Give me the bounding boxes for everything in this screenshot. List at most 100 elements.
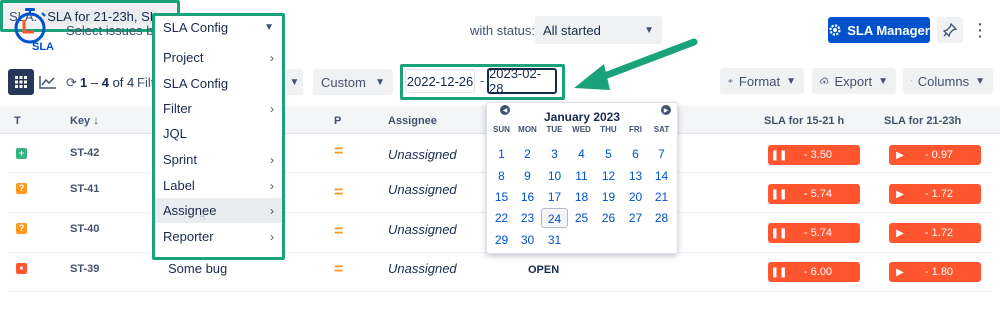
period-value: Custom: [321, 74, 366, 90]
weekday-label: THU: [600, 125, 617, 134]
menu-item-jql[interactable]: JQL: [155, 121, 282, 146]
menu-item-reporter[interactable]: Reporter ›: [155, 224, 282, 249]
sla-timer-badge: ❚❚ - 5.74: [768, 184, 860, 204]
sla-timer-badge: ▶ - 1.72: [889, 184, 981, 204]
calendar-day[interactable]: 10: [541, 166, 568, 186]
calendar-day[interactable]: 30: [514, 230, 541, 250]
pause-icon: ❚❚: [770, 266, 788, 278]
assignee-cell: Unassigned: [388, 222, 457, 237]
issue-key-link[interactable]: ST-39: [70, 263, 99, 275]
columns-button[interactable]: Columns ▼: [903, 68, 993, 94]
table-view-button[interactable]: [8, 69, 34, 95]
calendar-day[interactable]: 21: [648, 187, 675, 207]
menu-item-sla-config[interactable]: SLA Config: [155, 71, 282, 96]
menu-item-assignee[interactable]: Assignee ›: [155, 198, 282, 223]
calendar-day[interactable]: 8: [488, 166, 515, 186]
calendar-day[interactable]: 19: [595, 187, 622, 207]
priority-medium-icon: =: [334, 184, 344, 201]
period-dropdown[interactable]: Custom ▼: [313, 69, 393, 95]
calendar-day[interactable]: 17: [541, 187, 568, 207]
menu-item-label: Project: [163, 50, 204, 65]
calendar-day[interactable]: 31: [541, 230, 568, 250]
menu-item-filter[interactable]: Filter ›: [155, 96, 282, 121]
sla-value: SLA for 21-23h, SLA f...: [43, 8, 158, 24]
calendar-day[interactable]: 2: [514, 144, 541, 164]
calendar-day[interactable]: 29: [488, 230, 515, 250]
menu-item-project[interactable]: Project ›: [155, 45, 282, 70]
date-to-input[interactable]: 2023-02-28: [487, 66, 557, 96]
priority-medium-icon: =: [334, 223, 344, 240]
calendar-day[interactable]: 27: [622, 208, 649, 228]
chevron-right-icon: ›: [270, 178, 274, 193]
annotation-arrow: [574, 38, 698, 90]
col-sla1-header[interactable]: SLA for 15-21 h: [764, 115, 844, 127]
calendar-month-title: January 2023: [543, 110, 621, 124]
calendar-day[interactable]: 7: [648, 144, 675, 164]
refresh-icon[interactable]: ⟳: [66, 75, 77, 91]
pause-icon: ❚❚: [770, 227, 788, 239]
chevron-down-icon: ▼: [644, 24, 654, 36]
menu-item-sprint[interactable]: Sprint ›: [155, 147, 282, 172]
more-options-button[interactable]: ⋮: [969, 17, 991, 43]
weekday-label: MON: [518, 125, 537, 134]
mouse-cursor-icon: ☝: [200, 212, 206, 222]
line-chart-icon: [39, 76, 56, 89]
menu-item-label: Label: [163, 178, 195, 193]
menu-item-label: Sprint: [163, 152, 197, 167]
filter-dropdown[interactable]: ▼: [286, 69, 303, 95]
menu-item-label-filter[interactable]: Label ›: [155, 173, 282, 198]
chevron-right-icon: ›: [270, 229, 274, 244]
issue-key-link[interactable]: ST-40: [70, 223, 99, 235]
calendar-day[interactable]: 16: [514, 187, 541, 207]
issue-key-link[interactable]: ST-41: [70, 183, 99, 195]
menu-selected-header[interactable]: SLA Config ▼: [155, 15, 282, 40]
columns-icon: [911, 80, 912, 82]
calendar-day[interactable]: 14: [648, 166, 675, 186]
col-type-header[interactable]: T: [14, 115, 21, 127]
col-priority-header[interactable]: P: [334, 115, 341, 127]
weekday-label: TUE: [546, 125, 563, 134]
calendar-day[interactable]: 23: [514, 208, 541, 228]
calendar-day[interactable]: 6: [622, 144, 649, 164]
assignee-cell: Unassigned: [388, 182, 457, 197]
select-issues-label: Select issues by:: [66, 23, 164, 38]
assignee-cell: Unassigned: [388, 147, 457, 162]
format-button[interactable]: Format ▼: [720, 68, 804, 94]
calendar-day[interactable]: 1: [488, 144, 515, 164]
calendar-day[interactable]: 11: [568, 166, 595, 186]
menu-selected-label: SLA Config: [163, 20, 229, 35]
calendar-day[interactable]: 9: [514, 166, 541, 186]
chevron-down-icon: ▼: [264, 22, 274, 33]
sla-manager-button[interactable]: SLA Manager: [828, 17, 930, 43]
col-key-label: Key: [70, 115, 91, 127]
format-label: Format: [738, 73, 781, 89]
calendar-day[interactable]: 15: [488, 187, 515, 207]
calendar-day[interactable]: 4: [568, 144, 595, 164]
calendar-day[interactable]: 12: [595, 166, 622, 186]
export-button[interactable]: Export ▼: [812, 68, 896, 94]
summary-cell[interactable]: Some bug: [168, 261, 227, 276]
calendar-day[interactable]: 5: [595, 144, 622, 164]
menu-item-label: Reporter: [163, 229, 214, 244]
chart-view-button[interactable]: [36, 69, 60, 95]
calendar-day[interactable]: 25: [568, 208, 595, 228]
calendar-day[interactable]: 20: [622, 187, 649, 207]
col-sla2-header[interactable]: SLA for 21-23h: [884, 115, 961, 127]
calendar-day[interactable]: 26: [595, 208, 622, 228]
calendar-day[interactable]: 3: [541, 144, 568, 164]
col-assignee-header[interactable]: Assignee: [388, 115, 437, 127]
count-end: 4: [101, 75, 109, 90]
grid-icon: [15, 76, 27, 88]
chevron-down-icon: ▼: [975, 75, 985, 87]
pin-button[interactable]: [937, 17, 963, 43]
status-label: with status:: [470, 23, 536, 38]
export-label: Export: [834, 73, 873, 89]
calendar-day[interactable]: 22: [488, 208, 515, 228]
issue-key-link[interactable]: ST-42: [70, 147, 99, 159]
calendar-day[interactable]: 28: [648, 208, 675, 228]
col-key-header[interactable]: Key ↓: [70, 115, 99, 127]
date-from-input[interactable]: 2022-12-26: [405, 69, 475, 93]
calendar-day[interactable]: 18: [568, 187, 595, 207]
calendar-day[interactable]: 24: [541, 208, 568, 228]
calendar-day[interactable]: 13: [622, 166, 649, 186]
